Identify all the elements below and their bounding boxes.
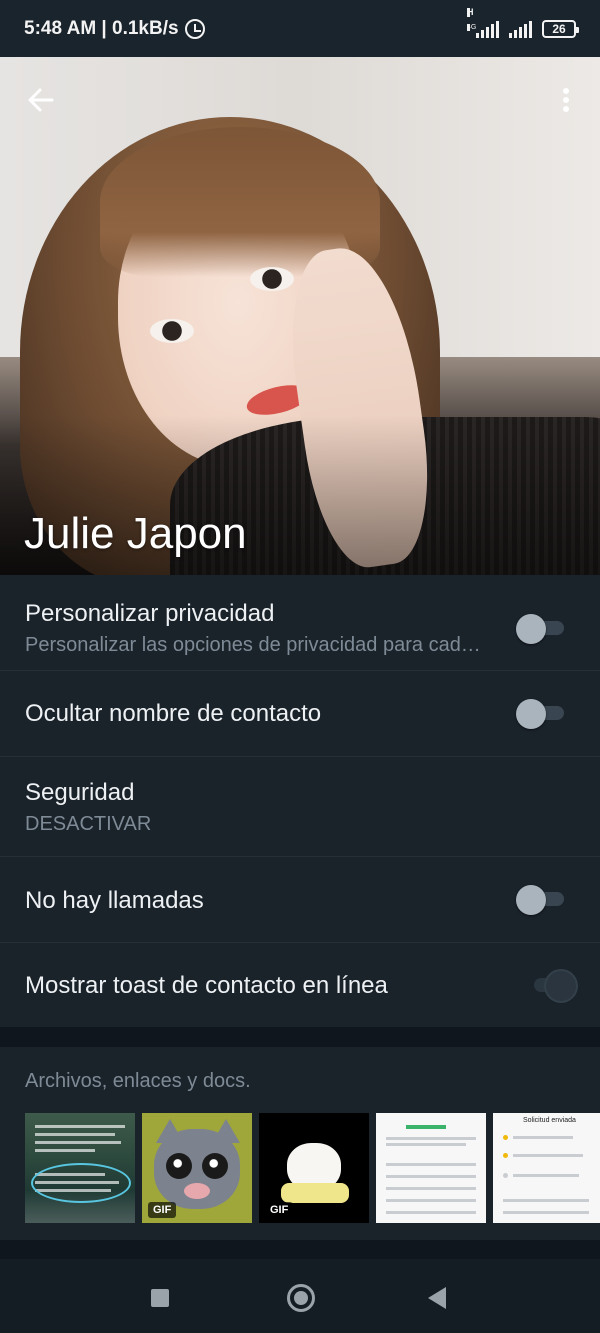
- thumbnail-header: Solicitud enviada: [523, 1117, 576, 1124]
- setting-title: Ocultar nombre de contacto: [25, 700, 322, 727]
- media-section-title[interactable]: Archivos, enlaces y docs.: [25, 1070, 251, 1093]
- contact-name: Julie Japon: [24, 509, 247, 558]
- media-thumbnail[interactable]: [376, 1113, 486, 1223]
- profile-photo[interactable]: Julie Japon: [0, 57, 600, 575]
- media-thumbnail[interactable]: Solicitud enviada: [493, 1113, 600, 1223]
- square-icon[interactable]: [151, 1289, 169, 1307]
- media-thumbnail-gif[interactable]: GIF: [259, 1113, 369, 1223]
- settings-list: Personalizar privacidad Personalizar las…: [0, 575, 600, 1027]
- circle-home-icon[interactable]: [287, 1284, 315, 1312]
- online-toast-toggle[interactable]: [528, 969, 576, 1001]
- status-bar: 5:48 AM | 0.1kB/s H 4G 26: [0, 0, 600, 57]
- privacy-toggle[interactable]: [516, 612, 564, 644]
- alarm-icon: [184, 18, 205, 39]
- system-navigation-bar: [0, 1259, 600, 1333]
- battery-icon: 26: [542, 19, 579, 38]
- gif-badge: GIF: [148, 1202, 177, 1218]
- setting-online-toast[interactable]: Mostrar toast de contacto en línea: [0, 943, 600, 1027]
- setting-subtitle: DESACTIVAR: [25, 813, 152, 835]
- media-thumbnail[interactable]: [25, 1113, 135, 1223]
- network-sub-label: 4G: [467, 23, 477, 31]
- photo-eye: [150, 319, 194, 343]
- setting-title: Seguridad: [25, 779, 135, 806]
- media-thumbnail-gif[interactable]: GIF: [142, 1113, 252, 1223]
- setting-subtitle: Personalizar las opciones de privacidad …: [25, 634, 481, 656]
- network-type-label: H: [467, 6, 474, 17]
- status-time-speed: 5:48 AM | 0.1kB/s: [24, 17, 179, 39]
- setting-title: Personalizar privacidad: [25, 600, 275, 627]
- setting-title: Mostrar toast de contacto en línea: [25, 972, 388, 999]
- triangle-back-icon[interactable]: [428, 1287, 446, 1309]
- photo-eye: [250, 267, 294, 291]
- arrow-left-icon[interactable]: [26, 85, 56, 115]
- setting-title: No hay llamadas: [25, 887, 204, 914]
- setting-custom-privacy[interactable]: Personalizar privacidad Personalizar las…: [0, 575, 600, 671]
- setting-hide-contact-name[interactable]: Ocultar nombre de contacto: [0, 671, 600, 757]
- section-divider: [0, 1240, 600, 1259]
- hide-name-toggle[interactable]: [516, 697, 564, 729]
- battery-level: 26: [552, 21, 566, 36]
- more-vertical-icon[interactable]: [556, 85, 576, 115]
- no-calls-toggle[interactable]: [516, 883, 564, 915]
- gif-badge: GIF: [265, 1202, 294, 1218]
- setting-security[interactable]: Seguridad DESACTIVAR: [0, 757, 600, 857]
- section-divider: [0, 1027, 600, 1047]
- signal-icon: [509, 20, 532, 38]
- media-section: Archivos, enlaces y docs. GIF GIF Solici…: [0, 1047, 600, 1240]
- status-right: H 4G 26: [466, 7, 579, 38]
- setting-no-calls[interactable]: No hay llamadas: [0, 857, 600, 943]
- signal-icon: H 4G: [467, 7, 499, 38]
- status-left: 5:48 AM | 0.1kB/s: [24, 18, 205, 40]
